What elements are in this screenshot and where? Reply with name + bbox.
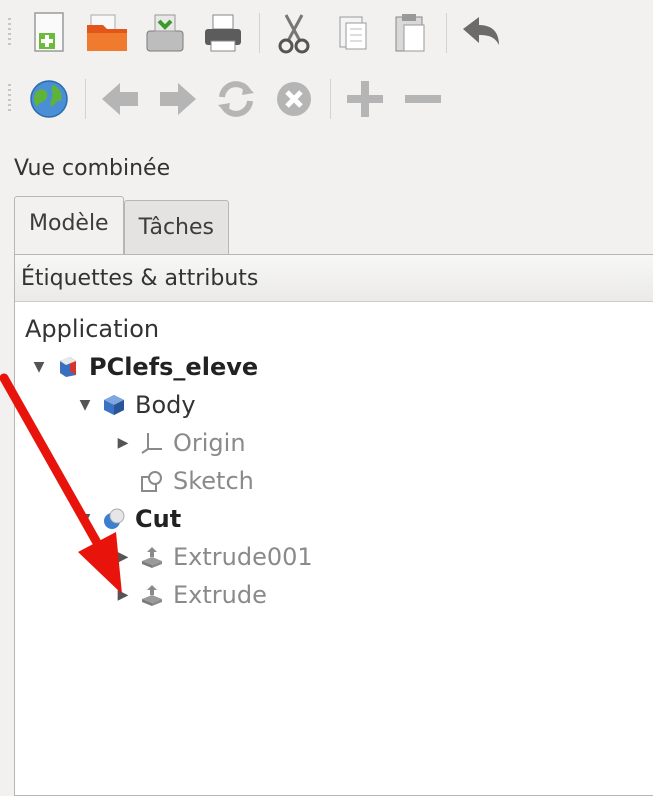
paste-icon[interactable] — [388, 11, 432, 55]
stop-icon[interactable] — [272, 77, 316, 121]
tree-item-cut[interactable]: ▼ Cut — [77, 501, 182, 537]
print-icon[interactable] — [201, 11, 245, 55]
tree-item-sketch[interactable]: Sketch — [139, 463, 254, 499]
tree-column-header[interactable]: Étiquettes & attributs — [15, 255, 362, 302]
document-part-icon — [55, 354, 81, 380]
body-icon — [101, 392, 127, 418]
cut-icon[interactable] — [272, 11, 316, 55]
copy-icon[interactable] — [330, 11, 374, 55]
tab-bar: Modèle Tâches — [14, 196, 229, 255]
toolbar-grip[interactable] — [8, 84, 11, 114]
tree-item-origin[interactable]: ▶ Origin — [115, 425, 246, 461]
tree-item-label: Extrude — [173, 581, 267, 609]
refresh-icon[interactable] — [214, 77, 258, 121]
tree-item-label: Cut — [135, 505, 182, 533]
new-document-icon[interactable] — [27, 11, 71, 55]
tree-item-label: Origin — [173, 429, 246, 457]
zoom-out-icon[interactable] — [401, 77, 445, 121]
tab-model[interactable]: Modèle — [14, 196, 124, 255]
toolbar-separator — [259, 13, 260, 53]
tree-view[interactable]: Étiquettes & attributs Application ▼ PCl… — [14, 254, 653, 796]
zoom-in-icon[interactable] — [343, 77, 387, 121]
origin-axes-icon — [139, 430, 165, 456]
web-globe-icon[interactable] — [27, 77, 71, 121]
tree-item-extrude001[interactable]: ▶ Extrude001 — [115, 539, 313, 575]
tree-root-label: Application — [25, 315, 160, 343]
toolbar-separator — [446, 13, 447, 53]
web-toolbar — [0, 66, 653, 132]
sketch-icon — [139, 468, 165, 494]
extrude-icon — [139, 582, 165, 608]
expander-icon[interactable]: ▼ — [31, 359, 47, 375]
expander-icon[interactable]: ▼ — [77, 511, 93, 527]
tree-item-label: PClefs_eleve — [89, 353, 259, 381]
tree-item-label: Extrude001 — [173, 543, 313, 571]
expander-icon[interactable]: ▶ — [115, 435, 131, 451]
tree-item-body[interactable]: ▼ Body — [77, 387, 196, 423]
forward-arrow-icon[interactable] — [156, 77, 200, 121]
tree-item-label: Sketch — [173, 467, 254, 495]
toolbar-separator — [330, 79, 331, 119]
tree-root-application[interactable]: Application — [25, 311, 159, 347]
toolbar-grip[interactable] — [8, 18, 11, 48]
cut-boolean-icon — [101, 506, 127, 532]
expander-icon[interactable]: ▶ — [115, 549, 131, 565]
expander-icon[interactable]: ▶ — [115, 587, 131, 603]
toolbar-separator — [85, 79, 86, 119]
open-folder-icon[interactable] — [85, 11, 129, 55]
tree-item-label: Body — [135, 391, 196, 419]
tree-header-filler — [356, 255, 653, 302]
panel-title: Vue combinée — [14, 156, 171, 181]
tree-item-extrude[interactable]: ▶ Extrude — [115, 577, 267, 613]
save-icon[interactable] — [143, 11, 187, 55]
back-arrow-icon[interactable] — [98, 77, 142, 121]
extrude-icon — [139, 544, 165, 570]
expander-icon[interactable]: ▼ — [77, 397, 93, 413]
file-toolbar — [0, 0, 653, 66]
tree-item-pclefs-eleve[interactable]: ▼ PClefs_eleve — [31, 349, 259, 385]
tab-tasks[interactable]: Tâches — [123, 200, 229, 255]
undo-icon[interactable] — [459, 11, 503, 55]
